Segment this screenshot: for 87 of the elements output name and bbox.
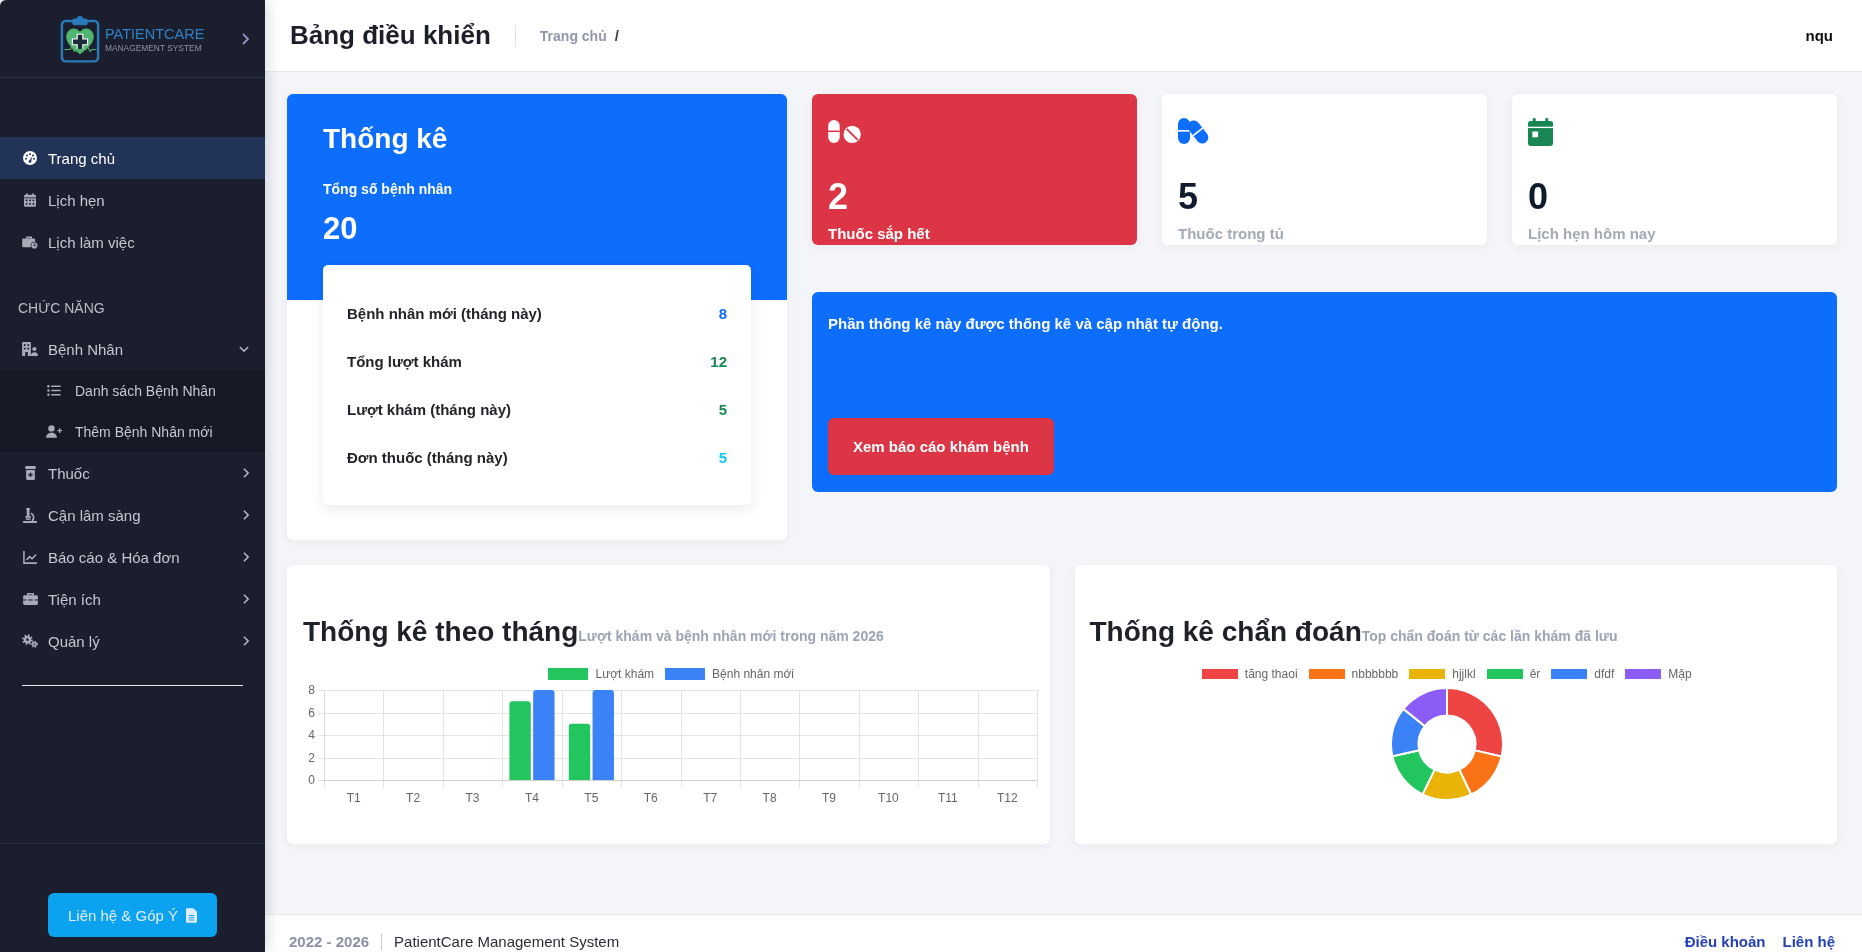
stat-value: 2 [828,177,849,217]
chart-subtitle: Lượt khám và bệnh nhân mới trong năm 2026 [578,628,884,644]
row-label: Bệnh nhân mới (tháng này) [347,304,542,322]
donut-slice [1389,707,1426,758]
axis-label: T8 [762,791,777,805]
row-value: 5 [718,400,727,418]
legend-label: nbbbbbb [1351,667,1399,681]
gears-icon [22,634,38,648]
page-title: Bảng điều khiển [290,20,491,51]
info-text: Phần thống kê này được thống kê và cập nhật tự động. [828,315,1223,333]
row-value: 12 [710,352,727,370]
stat-value: 5 [1178,177,1199,217]
microscope-icon [23,507,37,523]
sidebar-item[interactable]: Lịch hẹn [0,179,265,221]
toolbox-icon [22,593,38,605]
legend-label: hjjlkl [1452,667,1476,681]
building-user-icon [22,342,38,356]
axis-label: T12 [996,791,1018,805]
sidebar-subitem[interactable]: Thêm Bệnh Nhân mới [0,411,265,452]
sidebar-item[interactable]: Lịch làm việc [0,221,265,263]
footer-link[interactable]: Điều khoản [1684,933,1766,951]
axis-label: 4 [308,728,315,742]
stat-value: 0 [1528,177,1549,217]
stat-label: Tổng số bệnh nhân [323,180,453,198]
stat-label: Thuốc trong tủ [1178,225,1284,243]
logo-subtitle: MANAGEMENT SYSTEM [105,43,203,53]
row-value: 8 [718,304,727,322]
donut-slice [1421,768,1472,801]
calendar-icon [24,193,36,207]
sidebar-item[interactable]: Cận lâm sàng [0,494,265,536]
axis-label: 8 [308,683,315,697]
row-label: Lượt khám (tháng này) [347,400,512,418]
axis-label: T4 [524,791,539,805]
briefcase-clock-icon [22,235,38,249]
stat-value: 20 [323,210,358,248]
axis-label: 6 [308,705,315,720]
copyright-years: 2022 - 2026 [289,933,370,951]
axis-label: T7 [703,791,718,805]
axis-label: T9 [822,791,837,805]
card-title: Thống kê [323,122,448,156]
sidebar-item[interactable]: Tiện ích [0,578,265,620]
chart-subtitle: Top chẩn đoán từ các lần khám đã lưu [1361,628,1618,644]
section-heading: CHỨC NĂNG [18,299,105,317]
axis-label: T10 [878,791,899,805]
donut-slice [1390,749,1436,796]
sidebar-item[interactable]: Quản lý [0,620,265,662]
chart-title: Thống kê chẩn đoán [1089,615,1362,649]
pills-icon [828,120,861,143]
stat-label: Thuốc sắp hết [828,225,930,243]
sidebar-item[interactable]: Bệnh Nhân [0,328,265,370]
row-label: Tổng lượt khám [347,352,462,370]
axis-label: T2 [406,791,421,805]
chart-title: Thống kê theo tháng [303,615,579,649]
legend-label: Mập [1668,667,1692,681]
axis-label: T11 [938,791,958,805]
file-icon [186,907,198,923]
user-name[interactable]: nqu [1805,27,1833,44]
sidebar-item[interactable]: Thuốc [0,452,265,494]
axis-label: 2 [308,750,315,765]
report-button[interactable]: Xem báo cáo khám bệnh [828,418,1054,475]
legend-label: Lượt khám [595,667,655,681]
gauge-icon [23,151,37,165]
sidebar-item[interactable]: Báo cáo & Hóa đơn [0,536,265,578]
sidebar-item[interactable]: Trang chủ [0,137,265,179]
footer-link[interactable]: Liên hệ [1782,933,1835,951]
row-value: 5 [718,448,727,466]
stat-label: Lịch hẹn hôm nay [1528,225,1656,243]
axis-label: T3 [465,791,480,805]
user-plus-icon [46,425,62,438]
row-label: Đơn thuốc (tháng này) [347,448,508,466]
axis-label: T1 [346,791,361,805]
list-icon [47,385,61,396]
sidebar-subitem[interactable]: Danh sách Bệnh Nhân [0,370,265,411]
axis-label: T6 [643,791,658,805]
axis-label: 0 [308,773,315,787]
legend-label: êr [1529,667,1541,681]
legend-label: tăng thaoi [1244,667,1298,681]
legend-label: dfdf [1594,667,1615,681]
footer-app-name: PatientCare Management System [394,933,620,951]
line-chart-icon [23,550,37,564]
logo-title: PATIENTCARE [105,26,205,42]
bottle-icon [24,466,36,480]
axis-label: T5 [584,791,599,805]
legend-label: Bệnh nhân mới [712,667,794,681]
chevron-right-icon[interactable] [242,32,249,45]
clipboard-heart-icon [60,14,100,63]
breadcrumb-separator: / [614,27,619,44]
